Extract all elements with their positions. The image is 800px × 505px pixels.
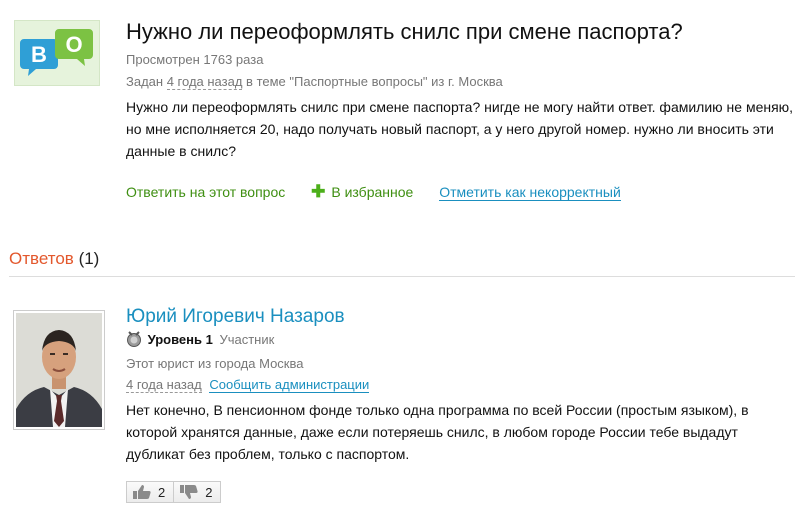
user-photo	[16, 313, 102, 427]
view-count: Просмотрен 1763 раза	[126, 52, 264, 67]
thumbs-up-icon	[133, 485, 151, 499]
favorites-label: В избранное	[331, 184, 414, 200]
report-to-admin-link[interactable]: Сообщить администрации	[209, 377, 370, 393]
answers-count: (1)	[78, 249, 100, 268]
asked-date: 4 года назад	[166, 74, 243, 90]
level-medal-icon	[127, 331, 141, 347]
svg-text:В: В	[31, 42, 47, 67]
level-label: Уровень 1	[147, 332, 213, 347]
vote-down-count: 2	[205, 484, 213, 500]
answers-label: Ответов	[9, 249, 74, 268]
asked-topic: в теме "Паспортные вопросы" из г. Москва	[246, 74, 503, 89]
answer-date: 4 года назад	[126, 377, 202, 393]
add-to-favorites-link[interactable]: ✚ В избранное	[311, 182, 413, 202]
role-label: Участник	[219, 332, 275, 347]
question-meta: Задан 4 года назад в теме "Паспортные во…	[126, 74, 503, 90]
answer-meta: 4 года назад Сообщить администрации	[126, 377, 370, 393]
vote-up-button[interactable]: 2	[126, 481, 175, 503]
question-title: Нужно ли переоформлять снилс при смене п…	[126, 19, 683, 44]
vote-up-count: 2	[158, 484, 166, 500]
vote-down-button[interactable]: 2	[174, 481, 222, 503]
question-actions: Ответить на этот вопрос ✚ В избранное Отм…	[126, 182, 621, 202]
plus-icon: ✚	[311, 182, 326, 201]
author-city: Этот юрист из города Москва	[126, 356, 304, 371]
answers-heading: Ответов (1)	[9, 249, 99, 269]
thumbs-down-icon	[180, 485, 198, 499]
asked-prefix: Задан	[126, 74, 164, 89]
answer-author-name[interactable]: Юрий Игоревич Назаров	[126, 306, 345, 328]
answer-body: Нет конечно, В пенсионном фонде только о…	[126, 402, 749, 462]
avatar[interactable]	[13, 310, 105, 430]
chat-bubbles-logo-icon: В О	[14, 20, 100, 86]
question-body: Нужно ли переоформлять снилс при смене п…	[126, 99, 794, 159]
answer-question-link[interactable]: Ответить на этот вопрос	[126, 184, 285, 200]
author-level: Уровень 1 Участник	[126, 331, 274, 347]
report-incorrect-link[interactable]: Отметить как некорректный	[439, 184, 621, 201]
vote-buttons: 2 2	[126, 481, 222, 503]
svg-text:О: О	[65, 32, 82, 57]
divider	[9, 276, 795, 277]
